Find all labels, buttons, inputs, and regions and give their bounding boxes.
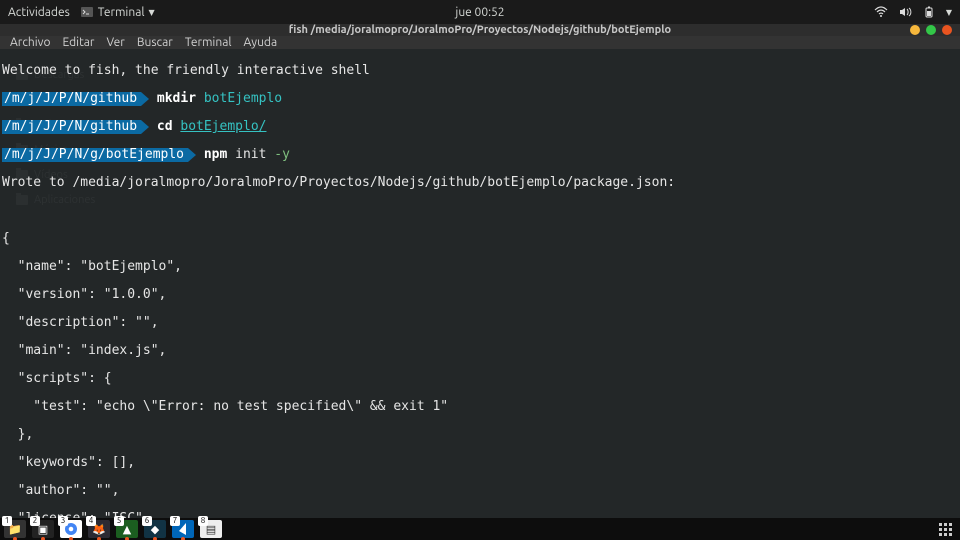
menu-ver[interactable]: Ver — [106, 36, 124, 49]
maximize-button[interactable] — [926, 25, 936, 35]
prompt-path: /m/j/J/P/N/g/botEjemplo — [2, 148, 188, 162]
app-menu[interactable]: Terminal ▼ — [80, 5, 155, 19]
dock-app-chrome[interactable]: 3 — [60, 520, 82, 538]
app-icon: ▲ — [123, 523, 131, 536]
terminal-window: fish /media/joralmopro/JoralmoPro/Proyec… — [0, 24, 960, 518]
terminal-line: "test": "echo \"Error: no test specified… — [2, 400, 958, 414]
terminal-line: "keywords": [], — [2, 456, 958, 470]
terminal-body[interactable]: Welcome to fish, the friendly interactiv… — [0, 49, 960, 540]
show-applications-button[interactable] — [934, 520, 956, 538]
dock: 1📁 2▣ 3 4🦊 5▲ 6◆ 7 8▤ — [0, 518, 960, 540]
menu-archivo[interactable]: Archivo — [10, 36, 51, 49]
prompt-arrow-icon — [188, 148, 196, 162]
dock-app-terminal[interactable]: 2▣ — [32, 520, 54, 538]
app-icon: ◆ — [151, 523, 159, 536]
dock-app-generic-green[interactable]: 5▲ — [116, 520, 138, 538]
close-button[interactable] — [942, 25, 952, 35]
battery-icon — [922, 5, 936, 19]
terminal-line: /m/j/J/P/N/g/botEjemplo npm init -y — [2, 148, 958, 162]
gnome-topbar: Actividades Terminal ▼ jue 00:52 ▼ — [0, 0, 960, 24]
terminal-line: "main": "index.js", — [2, 344, 958, 358]
terminal-line: /m/j/J/P/N/github mkdir botEjemplo — [2, 92, 958, 106]
terminal-line: Welcome to fish, the friendly interactiv… — [2, 64, 958, 78]
prompt-path: /m/j/J/P/N/github — [2, 92, 141, 106]
chevron-down-icon: ▼ — [149, 8, 155, 17]
grid-icon — [939, 523, 952, 536]
clock[interactable]: jue 00:52 — [455, 6, 504, 19]
menu-editar[interactable]: Editar — [63, 36, 95, 49]
wifi-icon — [874, 5, 888, 19]
menu-buscar[interactable]: Buscar — [137, 36, 173, 49]
prompt-arrow-icon — [141, 120, 149, 134]
volume-icon — [898, 5, 912, 19]
prompt-path: /m/j/J/P/N/github — [2, 120, 141, 134]
terminal-line: "author": "", — [2, 484, 958, 498]
terminal-line: Wrote to /media/joralmopro/JoralmoPro/Pr… — [2, 176, 958, 190]
prompt-arrow-icon — [141, 92, 149, 106]
system-tray[interactable]: ▼ — [874, 5, 952, 19]
dock-app-vscode[interactable]: 7 — [172, 520, 194, 538]
chevron-down-icon: ▼ — [946, 8, 952, 17]
menu-ayuda[interactable]: Ayuda — [244, 36, 278, 49]
menu-terminal[interactable]: Terminal — [185, 36, 232, 49]
terminal-line: /m/j/J/P/N/github cd botEjemplo/ — [2, 120, 958, 134]
terminal-line: "scripts": { — [2, 372, 958, 386]
terminal-line: }, — [2, 428, 958, 442]
activities-button[interactable]: Actividades — [8, 6, 70, 19]
terminal-line: { — [2, 232, 958, 246]
dock-app-document[interactable]: 8▤ — [200, 520, 222, 538]
menubar: Archivo Editar Ver Buscar Terminal Ayuda — [0, 36, 960, 49]
terminal-line — [2, 204, 958, 218]
terminal-line: "name": "botEjemplo", — [2, 260, 958, 274]
terminal-icon — [80, 5, 94, 19]
dock-app-firefox[interactable]: 4🦊 — [88, 520, 110, 538]
dock-app-files[interactable]: 1📁 — [4, 520, 26, 538]
terminal-line: "description": "", — [2, 316, 958, 330]
minimize-button[interactable] — [910, 25, 920, 35]
terminal-line: "version": "1.0.0", — [2, 288, 958, 302]
window-title: fish /media/joralmopro/JoralmoPro/Proyec… — [289, 24, 671, 36]
dock-app-generic-blue[interactable]: 6◆ — [144, 520, 166, 538]
titlebar[interactable]: fish /media/joralmopro/JoralmoPro/Proyec… — [0, 24, 960, 36]
